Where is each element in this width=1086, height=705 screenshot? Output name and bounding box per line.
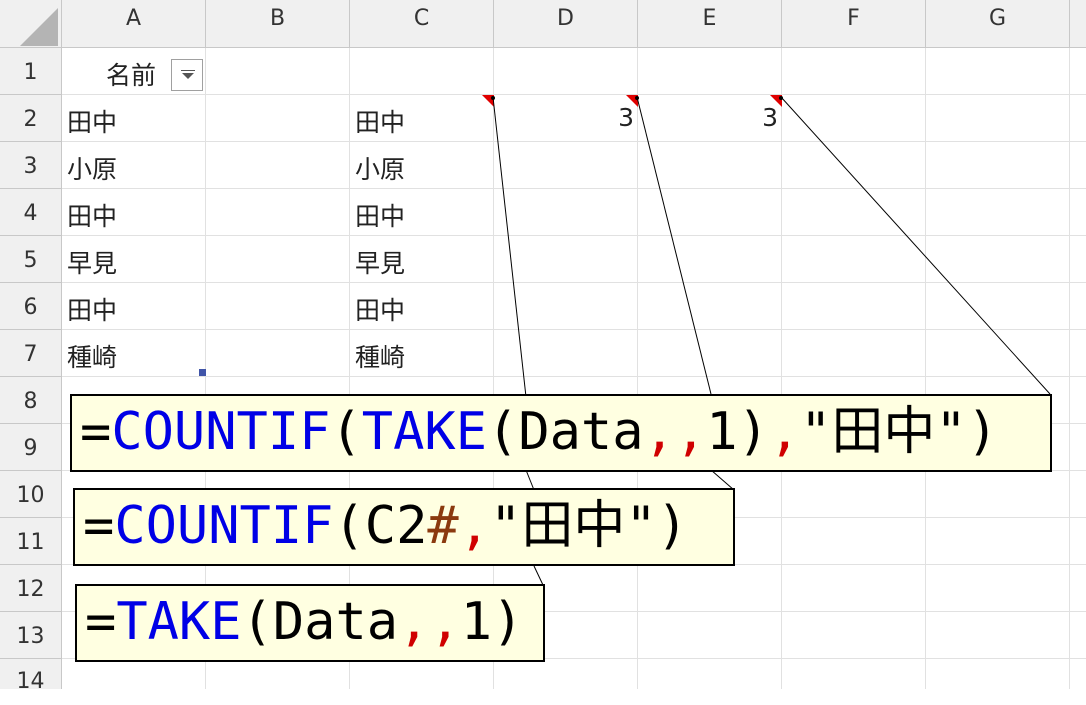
grid-line xyxy=(62,141,1086,142)
row-header-10[interactable]: 10 xyxy=(0,471,62,518)
row-header-3[interactable]: 3 xyxy=(0,142,62,189)
formula-equals: = xyxy=(85,592,117,652)
column-header-e[interactable]: E xyxy=(638,0,782,48)
formula-arg-number: 1) xyxy=(706,402,769,462)
row-header-13[interactable]: 13 xyxy=(0,612,62,659)
grid-line xyxy=(62,94,1086,95)
row-header-6[interactable]: 6 xyxy=(0,283,62,330)
formula-equals: = xyxy=(80,402,112,462)
formula-arg-string: "田中") xyxy=(490,496,688,556)
cell-a7[interactable]: 種崎 xyxy=(67,338,117,374)
table-resize-handle-icon[interactable] xyxy=(199,369,206,376)
formula-separator: , xyxy=(643,402,675,462)
row-header-12[interactable]: 12 xyxy=(0,565,62,612)
formula-separator: , xyxy=(768,402,801,462)
formula-comment-countif-spill[interactable]: =COUNTIF(C2#,"田中") xyxy=(73,488,735,566)
grid-line xyxy=(62,188,1086,189)
row-header-4[interactable]: 4 xyxy=(0,189,62,236)
select-all-triangle-icon xyxy=(20,8,58,46)
formula-comment-take[interactable]: =TAKE(Data,,1) xyxy=(75,584,545,662)
formula-separator: , xyxy=(429,592,461,652)
cell-c7[interactable]: 種崎 xyxy=(355,338,405,374)
grid-line xyxy=(62,376,1086,377)
cell-a2[interactable]: 田中 xyxy=(67,103,117,139)
cell-a3[interactable]: 小原 xyxy=(67,150,117,186)
comment-indicator-f1[interactable] xyxy=(770,95,782,107)
formula-comment-countif-take[interactable]: =COUNTIF(TAKE(Data,,1),"田中") xyxy=(70,394,1052,472)
select-all-corner[interactable] xyxy=(0,0,62,48)
filter-dropdown-button[interactable] xyxy=(171,59,203,91)
formula-function-countif: COUNTIF xyxy=(111,402,331,462)
formula-separator: , xyxy=(458,496,491,556)
formula-arg-data: (Data xyxy=(487,402,644,462)
connector-line-d3 xyxy=(533,565,544,586)
row-header-11[interactable]: 11 xyxy=(0,518,62,565)
row-header-8[interactable]: 8 xyxy=(0,377,62,424)
row-header-2[interactable]: 2 xyxy=(0,95,62,142)
formula-arg-string: "田中") xyxy=(800,402,999,462)
formula-function-take: TAKE xyxy=(361,402,488,462)
cell-a4[interactable]: 田中 xyxy=(67,197,117,233)
column-header-a[interactable]: A xyxy=(62,0,206,48)
cell-e2[interactable]: 3 xyxy=(590,103,634,132)
grid-line xyxy=(925,48,926,689)
connector-line-d xyxy=(492,96,527,398)
column-header-f[interactable]: F xyxy=(782,0,926,48)
formula-separator: , xyxy=(674,402,707,462)
column-header-next[interactable] xyxy=(1070,0,1086,48)
row-header-14[interactable]: 14 xyxy=(0,659,62,694)
grid-line xyxy=(62,329,1086,330)
cell-c2[interactable]: 田中 xyxy=(355,103,405,139)
column-header-c[interactable]: C xyxy=(350,0,494,48)
row-header-9[interactable]: 9 xyxy=(0,424,62,471)
grid-line xyxy=(637,48,638,689)
comment-indicator-d1[interactable] xyxy=(482,95,494,107)
formula-equals: = xyxy=(83,496,115,556)
grid-line xyxy=(1069,48,1070,689)
filter-line-icon xyxy=(181,70,195,71)
row-header-1[interactable]: 1 xyxy=(0,48,62,95)
comment-indicator-e1[interactable] xyxy=(626,95,638,107)
cell-a5[interactable]: 早見 xyxy=(67,244,117,280)
connector-line-e2 xyxy=(710,469,735,491)
formula-paren: ( xyxy=(330,402,362,462)
formula-separator: , xyxy=(398,592,430,652)
cell-c5[interactable]: 早見 xyxy=(355,244,405,280)
cell-a1-header[interactable]: 名前 xyxy=(106,56,156,92)
cell-c3[interactable]: 小原 xyxy=(355,150,405,186)
cell-f2[interactable]: 3 xyxy=(734,103,778,132)
grid-line xyxy=(62,235,1086,236)
formula-arg-number: 1) xyxy=(460,592,524,652)
cell-a6[interactable]: 田中 xyxy=(67,291,117,327)
connector-line-d2 xyxy=(525,469,535,491)
formula-arg-data: (Data xyxy=(241,592,399,652)
chevron-down-icon xyxy=(182,73,194,79)
column-header-d[interactable]: D xyxy=(494,0,638,48)
row-header-7[interactable]: 7 xyxy=(0,330,62,377)
formula-function-countif: COUNTIF xyxy=(114,496,334,556)
formula-spill-operator: # xyxy=(427,496,459,556)
formula-function-take: TAKE xyxy=(116,592,242,652)
column-header-g[interactable]: G xyxy=(926,0,1070,48)
cell-c4[interactable]: 田中 xyxy=(355,197,405,233)
row-header-5[interactable]: 5 xyxy=(0,236,62,283)
formula-arg-ref: (C2 xyxy=(333,496,428,556)
grid-line xyxy=(62,282,1086,283)
cell-c6[interactable]: 田中 xyxy=(355,291,405,327)
grid-line xyxy=(781,48,782,689)
column-header-b[interactable]: B xyxy=(206,0,350,48)
